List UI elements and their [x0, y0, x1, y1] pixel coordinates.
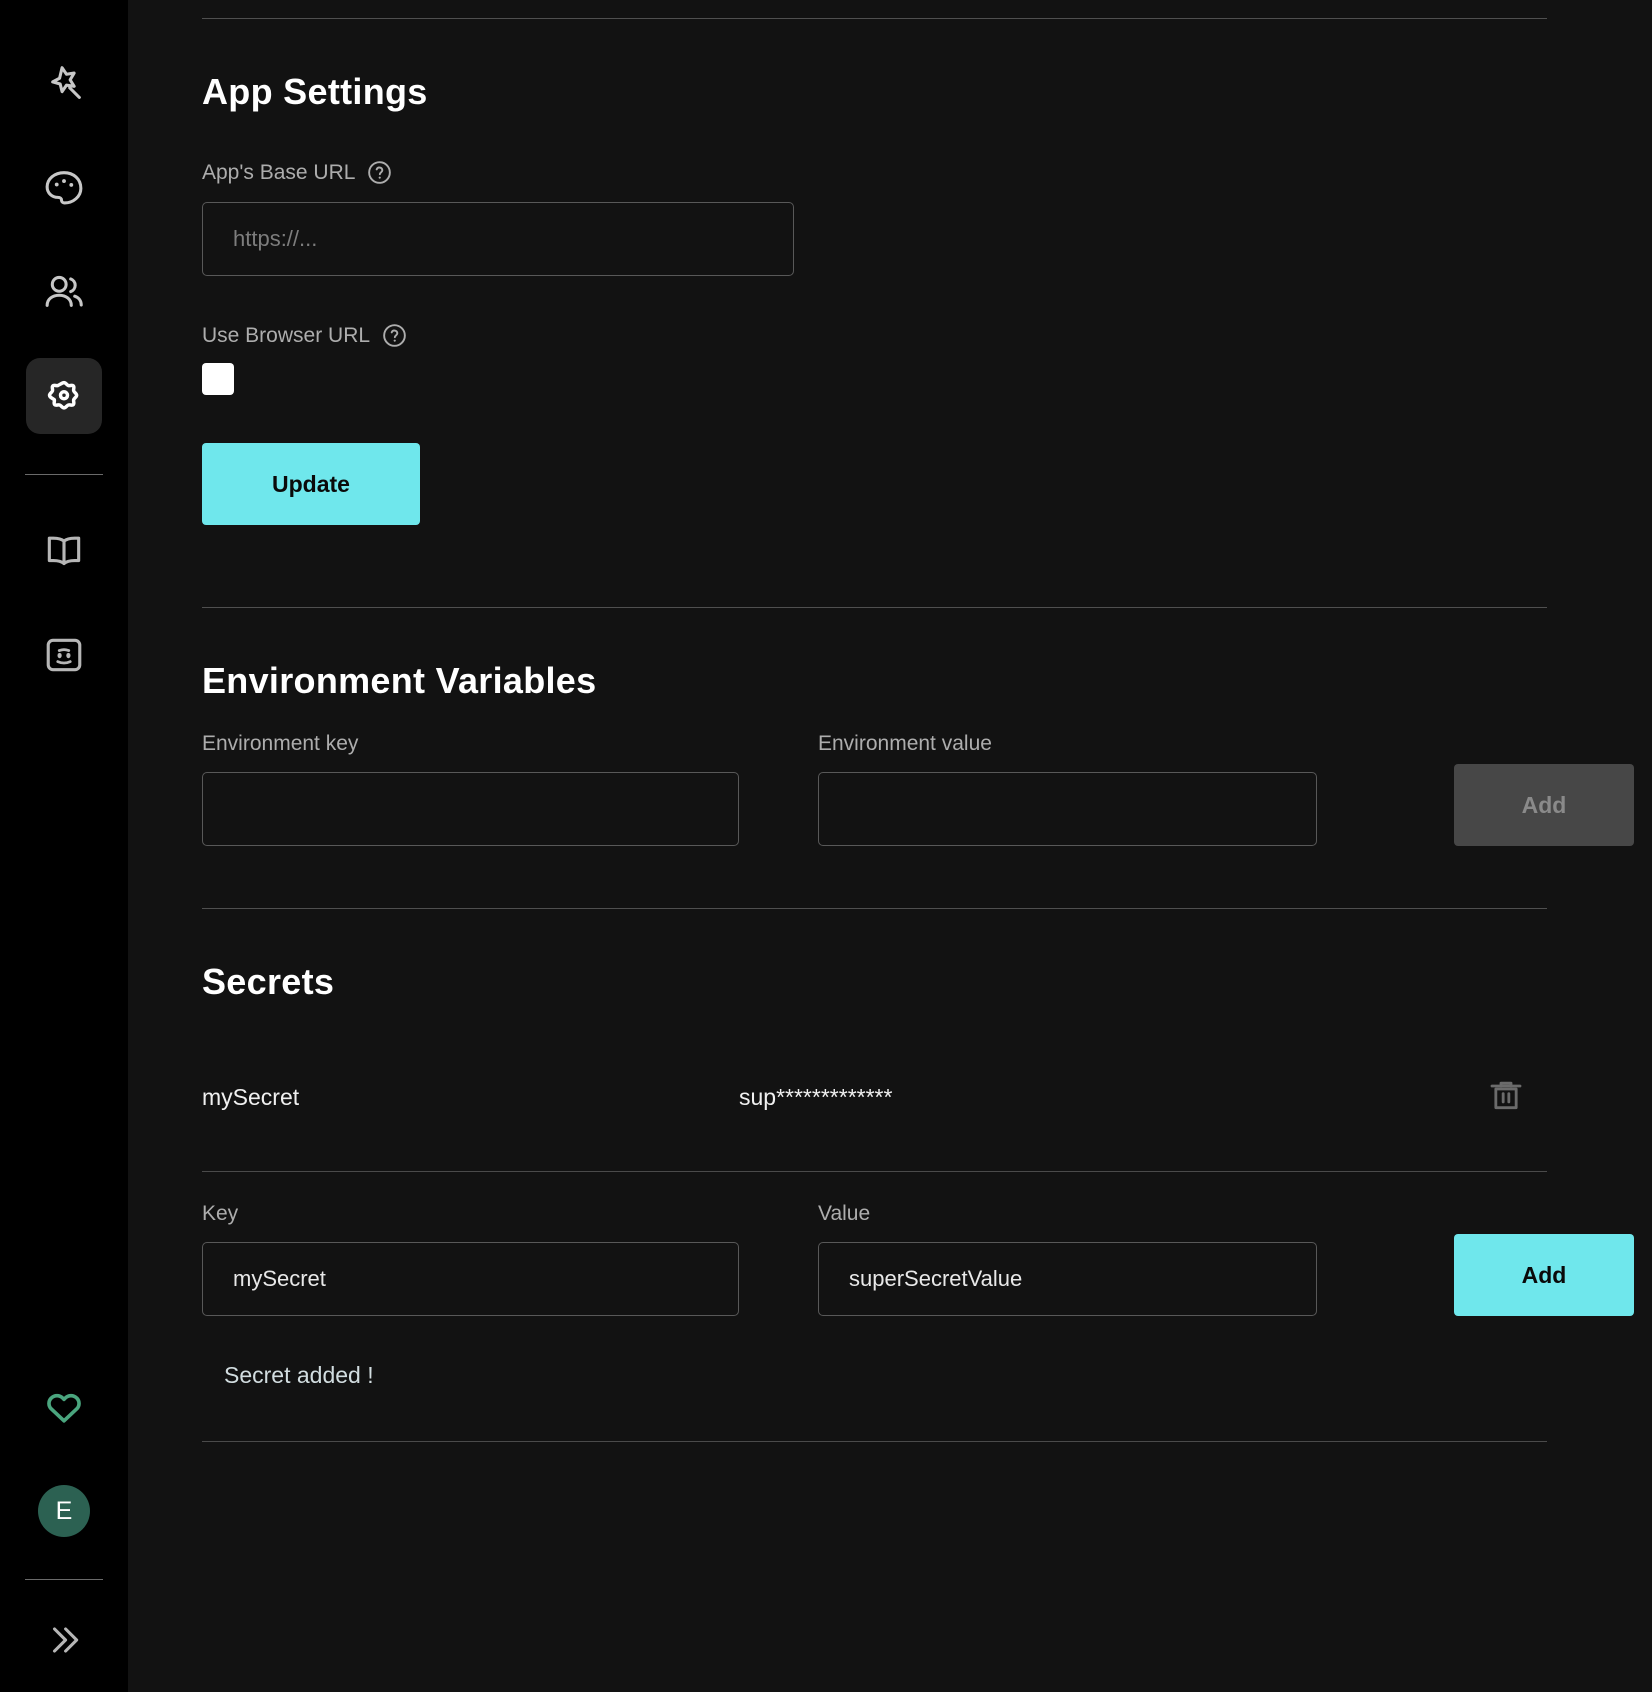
- help-icon[interactable]: [381, 322, 408, 349]
- sidebar-item-magic[interactable]: [26, 46, 102, 122]
- app-settings-title: App Settings: [202, 71, 1652, 113]
- environment-value-group: Environment value: [818, 732, 1317, 846]
- divider-env: [202, 607, 1547, 608]
- book-icon: [42, 529, 86, 573]
- environment-value-label: Environment value: [818, 732, 1317, 756]
- divider-secret-row: [202, 1171, 1547, 1172]
- secret-key-label: Key: [202, 1202, 739, 1226]
- secret-masked-value: sup*************: [739, 1084, 1317, 1111]
- avatar[interactable]: E: [38, 1485, 90, 1537]
- environment-key-group: Environment key: [202, 732, 739, 846]
- status-message: Secret added !: [202, 1362, 1652, 1389]
- expand-sidebar-button[interactable]: [34, 1614, 94, 1670]
- environment-value-input[interactable]: [818, 772, 1317, 846]
- environment-add-group: Add: [1317, 764, 1652, 846]
- secret-list-item: mySecret sup*************: [202, 1067, 1652, 1127]
- secret-value-label: Value: [818, 1202, 1317, 1226]
- divider-top: [202, 18, 1547, 19]
- sidebar-bottom-divider: [25, 1579, 103, 1580]
- environment-add-button[interactable]: Add: [1454, 764, 1634, 846]
- sidebar-item-discord[interactable]: [26, 617, 102, 693]
- secret-value-group: Value: [818, 1202, 1317, 1316]
- secret-add-group: Add: [1317, 1234, 1652, 1316]
- secret-input-row: Key Value Add: [202, 1202, 1652, 1316]
- discord-icon: [42, 633, 86, 677]
- sidebar-item-favorites[interactable]: [26, 1369, 102, 1445]
- delete-secret-button[interactable]: [1317, 1075, 1652, 1120]
- spacer: [202, 846, 1652, 908]
- divider-secrets: [202, 908, 1547, 909]
- use-browser-url-label: Use Browser URL: [202, 324, 370, 348]
- sidebar-item-members[interactable]: [26, 254, 102, 330]
- trash-icon: [1486, 1075, 1526, 1120]
- sidebar-divider: [25, 474, 103, 475]
- environment-key-label: Environment key: [202, 732, 739, 756]
- use-browser-url-checkbox[interactable]: [202, 363, 234, 395]
- help-icon[interactable]: [366, 159, 393, 186]
- secrets-title: Secrets: [202, 961, 1652, 1003]
- environment-key-input[interactable]: [202, 772, 739, 846]
- sidebar-item-settings[interactable]: [26, 358, 102, 434]
- main-content: App Settings App's Base URL Use Browser …: [128, 0, 1652, 1692]
- secret-add-button[interactable]: Add: [1454, 1234, 1634, 1316]
- base-url-input[interactable]: [202, 202, 794, 276]
- heart-icon: [41, 1384, 87, 1430]
- sidebar-item-appearance[interactable]: [26, 150, 102, 226]
- spacer: [202, 525, 1652, 607]
- sidebar: E: [0, 0, 128, 1692]
- environment-variable-row: Environment key Environment value Add: [202, 732, 1652, 846]
- gear-icon: [42, 374, 86, 418]
- secret-key-value: mySecret: [202, 1084, 739, 1111]
- secret-key-input[interactable]: [202, 1242, 739, 1316]
- palette-icon: [41, 165, 87, 211]
- settings-page: E App Settings App's Base URL: [0, 0, 1652, 1692]
- divider-bottom: [202, 1441, 1547, 1442]
- sidebar-item-docs[interactable]: [26, 513, 102, 589]
- base-url-label: App's Base URL: [202, 161, 355, 185]
- users-icon: [41, 269, 87, 315]
- magic-wand-icon: [41, 61, 87, 107]
- update-button[interactable]: Update: [202, 443, 420, 525]
- environment-variables-title: Environment Variables: [202, 660, 1652, 702]
- base-url-label-row: App's Base URL: [202, 159, 1652, 186]
- use-browser-url-label-row: Use Browser URL: [202, 322, 1652, 349]
- secret-value-input[interactable]: [818, 1242, 1317, 1316]
- chevron-double-right-icon: [45, 1621, 83, 1664]
- secret-key-group: Key: [202, 1202, 739, 1316]
